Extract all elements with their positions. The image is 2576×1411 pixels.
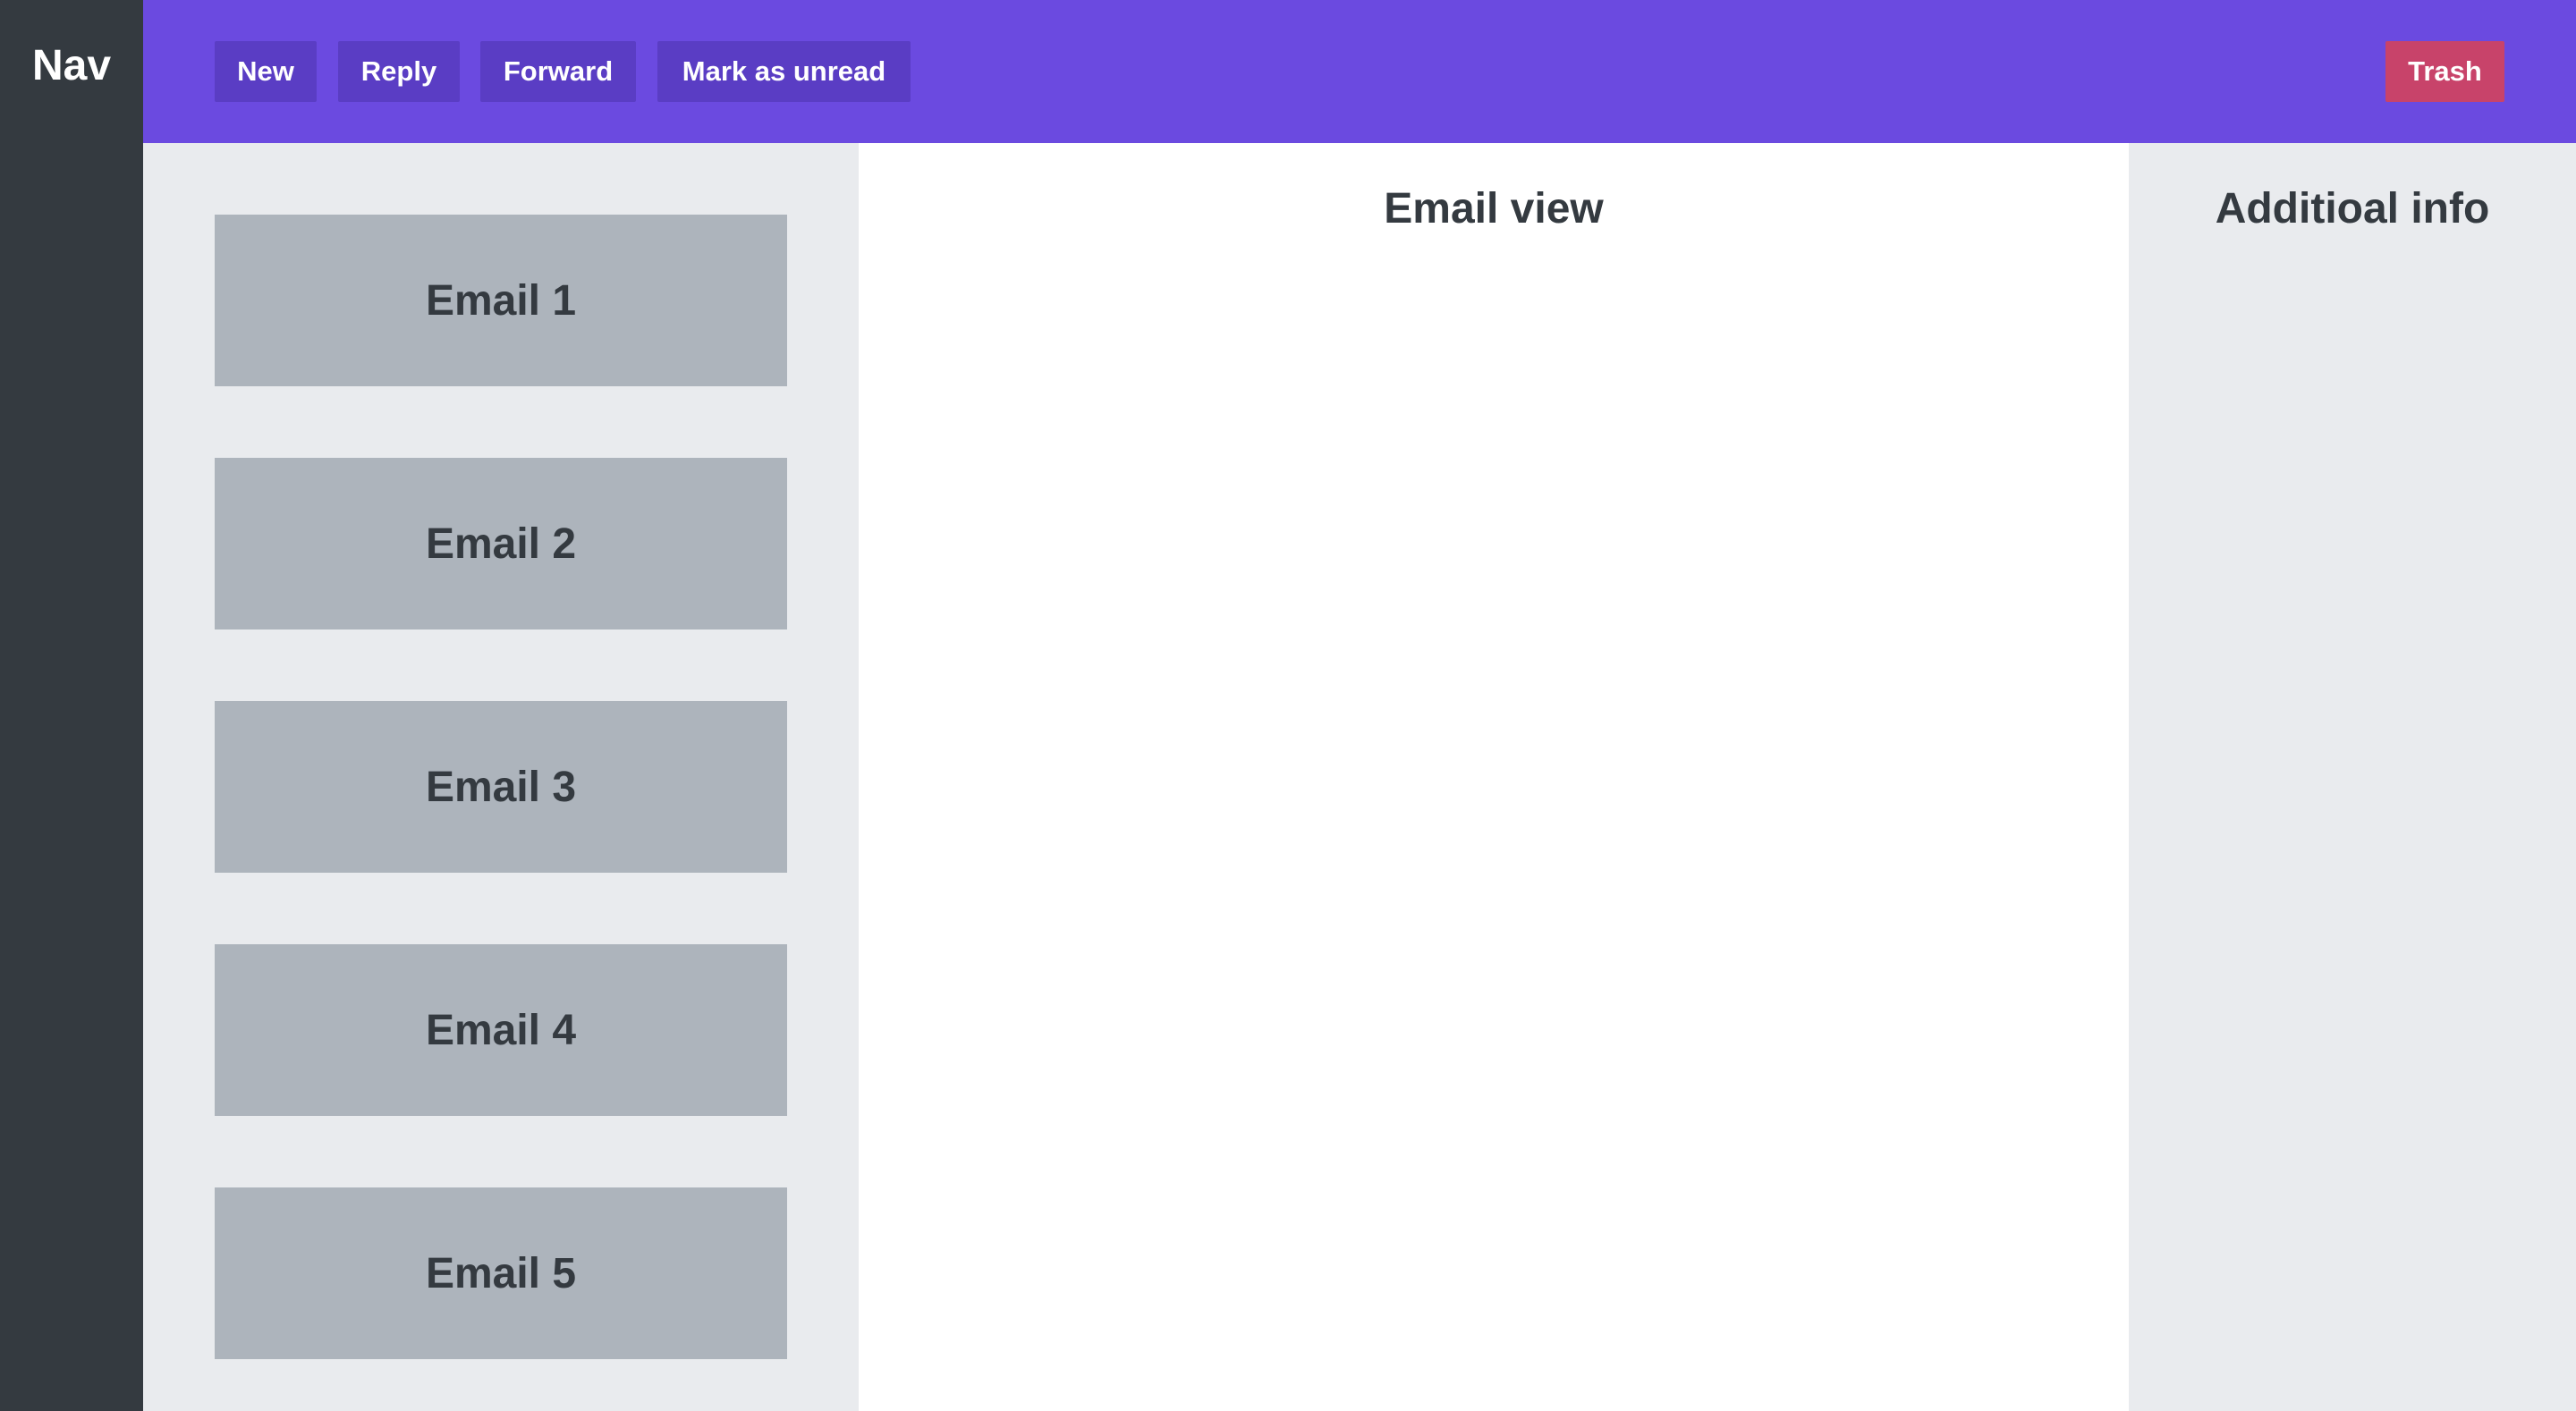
- email-list-item[interactable]: Email 2: [215, 458, 787, 629]
- email-list: Email 1 Email 2 Email 3 Email 4 Email 5: [143, 143, 859, 1411]
- reply-button[interactable]: Reply: [338, 41, 460, 102]
- forward-button[interactable]: Forward: [480, 41, 636, 102]
- additional-info-title: Additioal info: [2215, 185, 2490, 232]
- toolbar: New Reply Forward Mark as unread Trash: [143, 0, 2576, 143]
- additional-info-panel: Additioal info: [2129, 143, 2576, 1411]
- email-list-item[interactable]: Email 1: [215, 215, 787, 386]
- trash-button[interactable]: Trash: [2385, 41, 2504, 102]
- email-view-title: Email view: [1384, 185, 1604, 232]
- mark-as-unread-button[interactable]: Mark as unread: [657, 41, 911, 102]
- email-view-pane: Email view: [859, 143, 2129, 1411]
- email-list-item[interactable]: Email 3: [215, 701, 787, 873]
- nav-sidebar: Nav: [0, 0, 143, 1411]
- email-list-item[interactable]: Email 4: [215, 944, 787, 1116]
- new-button[interactable]: New: [215, 41, 317, 102]
- email-list-item[interactable]: Email 5: [215, 1187, 787, 1359]
- nav-title[interactable]: Nav: [0, 39, 143, 93]
